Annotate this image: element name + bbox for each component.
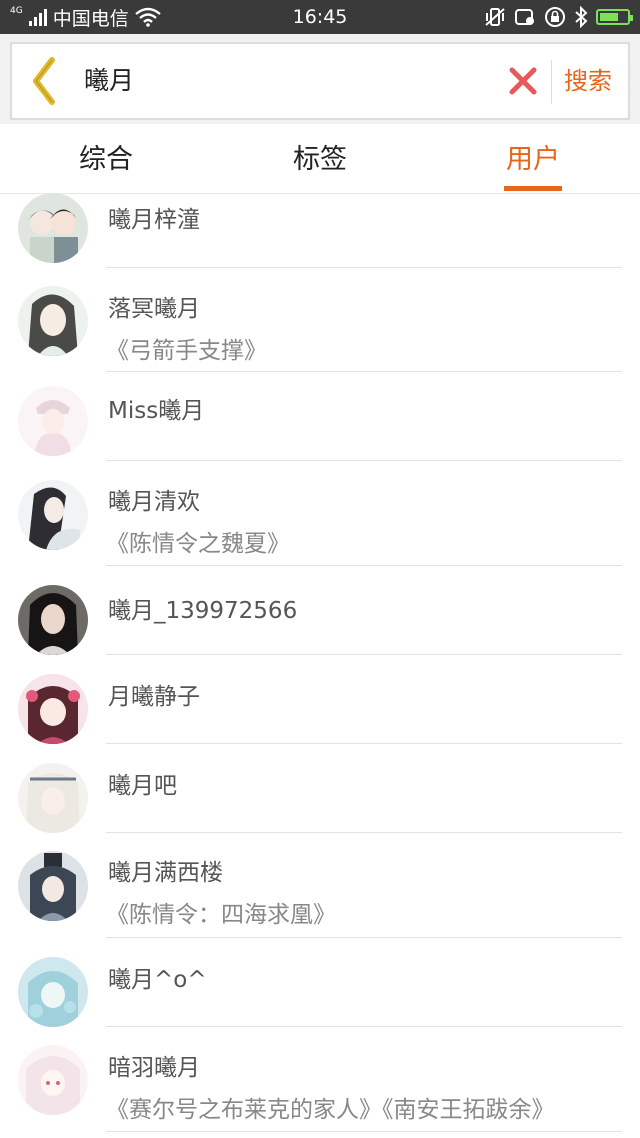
list-item[interactable]: 曦月_139972566: [0, 567, 640, 655]
avatar: [18, 851, 88, 921]
list-item[interactable]: 曦月^o^: [0, 938, 640, 1027]
search-input[interactable]: 曦月: [84, 44, 134, 118]
row-divider: [106, 267, 622, 268]
avatar: [18, 674, 88, 744]
avatar: [18, 193, 88, 263]
user-name: 曦月吧: [108, 773, 177, 799]
user-works: 《弓箭手支撑》: [106, 338, 267, 364]
vibrate-icon: [485, 8, 505, 26]
active-tab-indicator: [504, 186, 562, 191]
search-divider: [551, 60, 552, 104]
user-name: Miss曦月: [108, 398, 205, 424]
avatar: [18, 480, 88, 550]
back-button[interactable]: [26, 56, 66, 106]
row-divider: [106, 1131, 622, 1132]
user-works: 《赛尔号之布莱克的家人》《南安王拓跋余》: [106, 1097, 555, 1123]
user-works: 《陈情令之魏夏》: [106, 531, 290, 557]
row-divider: [106, 371, 622, 372]
avatar: [18, 763, 88, 833]
status-bar: 4G 中国电信 16:45: [0, 0, 640, 34]
search-button[interactable]: 搜索: [564, 44, 612, 118]
list-item[interactable]: 落冥曦月 《弓箭手支撑》: [0, 269, 640, 373]
tab-users[interactable]: 用户: [473, 124, 593, 194]
user-name: 曦月满西楼: [108, 860, 223, 886]
user-name: 曦月_139972566: [108, 598, 298, 624]
user-works: 《陈情令：四海求凰》: [106, 902, 336, 928]
user-name: 暗羽曦月: [108, 1055, 200, 1081]
search-bar: 曦月 搜索: [10, 42, 630, 120]
list-item[interactable]: 曦月梓潼: [0, 193, 640, 269]
row-divider: [106, 565, 622, 566]
list-item[interactable]: 月曦静子: [0, 655, 640, 744]
screenshot-icon: [515, 9, 534, 25]
avatar: [18, 286, 88, 356]
list-item[interactable]: 曦月清欢 《陈情令之魏夏》: [0, 461, 640, 567]
user-name: 曦月梓潼: [108, 207, 200, 233]
status-right: [484, 0, 633, 34]
avatar: [18, 1045, 88, 1115]
bluetooth-icon: [575, 6, 588, 28]
rotation-lock-icon: [545, 7, 565, 27]
avatar: [18, 585, 88, 655]
close-icon: [509, 67, 537, 95]
list-item[interactable]: 暗羽曦月 《赛尔号之布莱克的家人》《南安王拓跋余》: [0, 1027, 640, 1133]
list-item[interactable]: Miss曦月: [0, 373, 640, 461]
user-name: 曦月清欢: [108, 489, 200, 515]
battery-icon: [596, 9, 633, 25]
tab-bar: 综合 标签 用户: [0, 124, 640, 194]
search-header: 曦月 搜索: [0, 34, 640, 124]
avatar: [18, 386, 88, 456]
tab-tags[interactable]: 标签: [260, 124, 380, 194]
tab-comprehensive[interactable]: 综合: [46, 124, 166, 194]
list-item[interactable]: 曦月满西楼 《陈情令：四海求凰》: [0, 833, 640, 938]
clear-button[interactable]: [508, 66, 538, 96]
list-item[interactable]: 曦月吧: [0, 744, 640, 833]
user-name: 落冥曦月: [108, 296, 200, 322]
user-name: 月曦静子: [108, 684, 200, 710]
avatar: [18, 957, 88, 1027]
user-name: 曦月^o^: [108, 967, 207, 993]
back-arrow-icon: [33, 57, 55, 105]
